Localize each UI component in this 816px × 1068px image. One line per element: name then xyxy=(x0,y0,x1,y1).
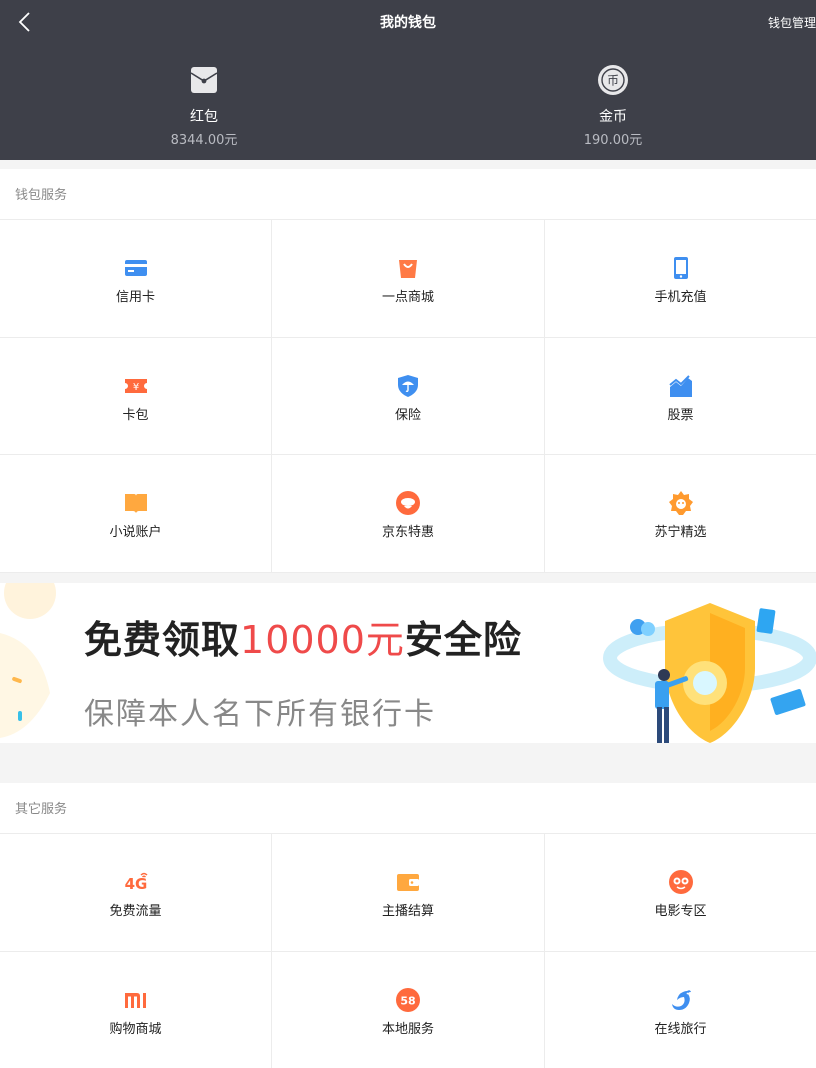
svg-text:币: 币 xyxy=(607,74,619,88)
service-label: 电影专区 xyxy=(654,904,707,919)
service-grid: 4G 免费流量 主播结算 电影专区 购物商城 58 本地服务 在线旅行 xyxy=(0,834,816,1068)
red-packet-asset[interactable]: 红包 8344.00元 xyxy=(104,64,304,148)
4g-icon: 4G xyxy=(124,872,148,893)
service-shopping-mall[interactable]: 购物商城 xyxy=(0,951,272,1068)
svg-text:¥: ¥ xyxy=(132,382,138,393)
service-jd-deals[interactable]: 京东特惠 xyxy=(272,455,545,573)
jd-dog-icon xyxy=(396,491,420,515)
service-phone-recharge[interactable]: 手机充值 xyxy=(545,220,816,338)
service-label: 保险 xyxy=(394,407,421,423)
service-movies[interactable]: 电影专区 xyxy=(545,834,816,952)
movie-face-icon xyxy=(668,870,693,894)
red-envelope-icon xyxy=(190,67,218,93)
wallet-page: 我的钱包 钱包管理 红包 8344.00元 币 金币 190.00元 钱包服务 xyxy=(0,0,816,1068)
service-streamer-settlement[interactable]: 主播结算 xyxy=(272,834,545,952)
service-local[interactable]: 58 本地服务 xyxy=(272,951,545,1068)
service-label: 信用卡 xyxy=(115,290,155,305)
service-label: 在线旅行 xyxy=(654,1021,707,1037)
section-title: 其它服务 xyxy=(0,783,816,834)
headline-highlight: 10000元 xyxy=(240,618,405,662)
service-label: 小说账户 xyxy=(109,525,162,540)
banner-subline: 保障本人名下所有银行卡 xyxy=(84,697,436,732)
wallet-services-section: 钱包服务 信用卡 一点商城 手机充值 ¥ 卡包 保险 股票 小说账户 京东特惠 … xyxy=(0,169,816,573)
headline-suffix: 安全险 xyxy=(404,618,522,662)
service-label: 免费流量 xyxy=(109,904,162,919)
ticket-icon: ¥ xyxy=(124,378,147,393)
service-credit-card[interactable]: 信用卡 xyxy=(0,220,272,338)
book-icon xyxy=(124,494,147,513)
service-insurance[interactable]: 保险 xyxy=(272,337,545,455)
dolphin-icon xyxy=(671,989,691,1010)
service-label: 股票 xyxy=(667,407,694,423)
service-grid: 信用卡 一点商城 手机充值 ¥ 卡包 保险 股票 小说账户 京东特惠 苏宁精选 xyxy=(0,220,816,573)
headline-prefix: 免费领取 xyxy=(84,618,241,662)
service-novel-account[interactable]: 小说账户 xyxy=(0,455,272,573)
service-label: 苏宁精选 xyxy=(654,525,707,540)
wallet-header: 我的钱包 钱包管理 红包 8344.00元 币 金币 190.00元 xyxy=(0,0,816,160)
phone-icon xyxy=(673,257,688,279)
service-label: 卡包 xyxy=(122,407,149,423)
wallet-icon xyxy=(397,874,419,891)
service-suning[interactable]: 苏宁精选 xyxy=(545,455,816,573)
asset-amount: 8344.00元 xyxy=(170,133,238,148)
shopping-bag-icon xyxy=(399,260,417,278)
other-services-section: 其它服务 4G 免费流量 主播结算 电影专区 购物商城 58 本地服务 在线旅行 xyxy=(0,783,816,1068)
58-logo-icon: 58 xyxy=(396,987,420,1012)
service-free-data[interactable]: 4G 免费流量 xyxy=(0,834,272,952)
service-label: 一点商城 xyxy=(381,290,434,305)
gold-coin-asset[interactable]: 币 金币 190.00元 xyxy=(513,64,713,148)
asset-label: 金币 xyxy=(599,109,627,125)
service-card-wallet[interactable]: ¥ 卡包 xyxy=(0,337,272,455)
service-stock[interactable]: 股票 xyxy=(545,338,816,455)
svg-text:4G: 4G xyxy=(124,875,147,893)
insurance-promo-banner[interactable]: 免费领取10000元安全险 保障本人名下所有银行卡 xyxy=(0,583,816,743)
mi-logo-icon xyxy=(124,992,146,1008)
section-title: 钱包服务 xyxy=(0,169,816,220)
page-title: 我的钱包 xyxy=(380,15,436,31)
suning-lion-icon xyxy=(668,491,693,515)
svg-text:58: 58 xyxy=(400,994,415,1007)
service-mall[interactable]: 一点商城 xyxy=(272,220,545,338)
asset-label: 红包 xyxy=(190,109,218,125)
stock-chart-icon xyxy=(668,374,692,397)
service-label: 手机充值 xyxy=(654,290,707,305)
asset-amount: 190.00元 xyxy=(583,133,643,148)
service-travel[interactable]: 在线旅行 xyxy=(545,952,816,1068)
service-label: 本地服务 xyxy=(381,1021,434,1037)
shield-umbrella-icon xyxy=(398,374,418,397)
coin-icon: 币 xyxy=(598,65,628,95)
wallet-manage-link[interactable]: 钱包管理 xyxy=(768,14,816,31)
service-label: 京东特惠 xyxy=(381,525,434,540)
service-label: 主播结算 xyxy=(381,904,434,919)
credit-card-icon xyxy=(124,260,147,276)
service-label: 购物商城 xyxy=(109,1021,162,1037)
banner-headline: 免费领取10000元安全险 xyxy=(84,609,522,664)
